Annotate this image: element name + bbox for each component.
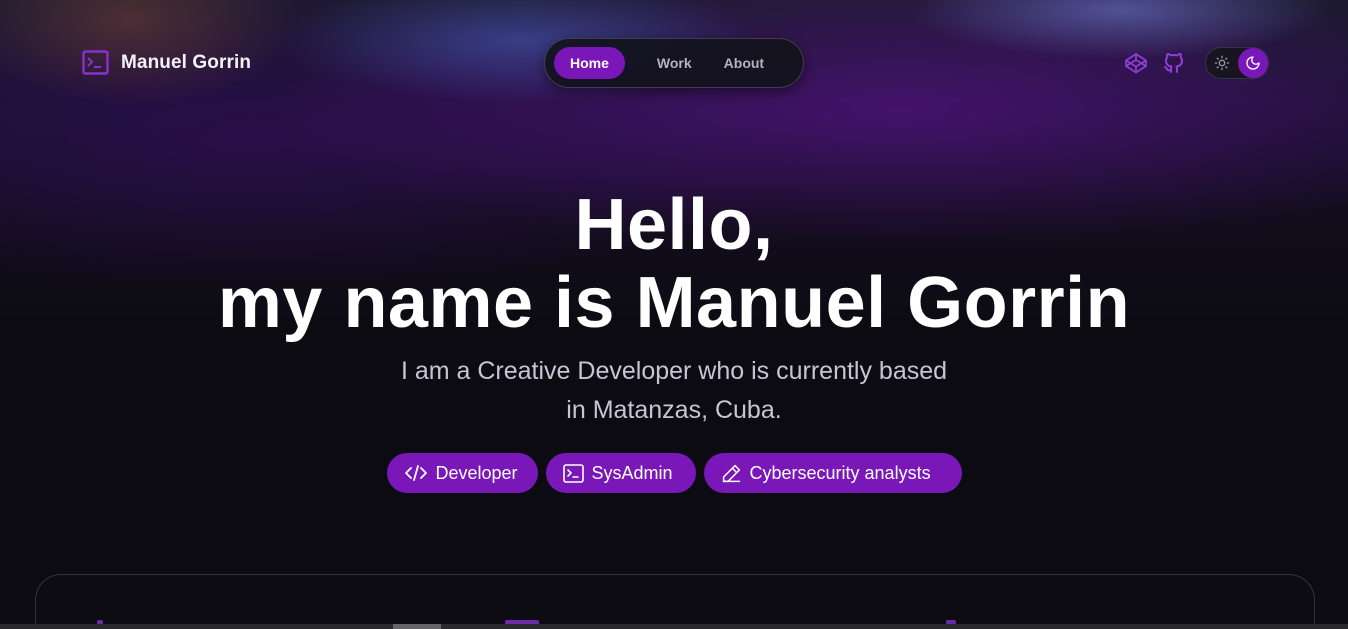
chip-developer-label: Developer bbox=[435, 462, 518, 483]
nav-item-about[interactable]: About bbox=[708, 47, 780, 79]
code-icon bbox=[404, 465, 427, 481]
main-nav: Home Work About bbox=[544, 38, 804, 88]
page: Manuel Gorrin Home Work About Hello, my … bbox=[0, 0, 1348, 629]
codepen-link[interactable] bbox=[1124, 51, 1148, 75]
hero-subtitle: I am a Creative Developer who is current… bbox=[0, 352, 1348, 430]
content-card bbox=[35, 574, 1315, 629]
codepen-icon bbox=[1125, 53, 1147, 74]
dark-mode-option[interactable] bbox=[1238, 48, 1268, 78]
github-link[interactable] bbox=[1162, 51, 1186, 75]
chip-cybersecurity-label: Cybersecurity analysts bbox=[749, 462, 931, 483]
github-icon bbox=[1164, 53, 1183, 73]
chip-sysadmin[interactable]: SysAdmin bbox=[545, 453, 696, 493]
brand-name: Manuel Gorrin bbox=[121, 51, 252, 73]
hero-subtitle-line2: in Matanzas, Cuba. bbox=[566, 396, 782, 424]
hero-title-line2: my name is Manuel Gorrin bbox=[217, 263, 1131, 343]
role-chips: Developer SysAdmin Cybersecurity analyst… bbox=[0, 453, 1348, 493]
light-mode-option[interactable] bbox=[1212, 53, 1232, 73]
theme-toggle[interactable] bbox=[1205, 47, 1269, 79]
hero-subtitle-line1: I am a Creative Developer who is current… bbox=[400, 357, 948, 385]
chip-sysadmin-label: SysAdmin bbox=[591, 462, 673, 483]
scrollbar-thumb[interactable] bbox=[393, 624, 441, 629]
terminal-icon bbox=[82, 50, 109, 75]
terminal-icon bbox=[562, 463, 584, 483]
nav-item-work[interactable]: Work bbox=[641, 47, 708, 79]
pencil-icon bbox=[722, 464, 740, 482]
hero-title-line1: Hello, bbox=[574, 185, 774, 265]
moon-icon bbox=[1246, 56, 1260, 70]
chip-cybersecurity[interactable]: Cybersecurity analysts bbox=[703, 453, 962, 493]
hero-title: Hello, my name is Manuel Gorrin bbox=[0, 186, 1348, 342]
chip-developer[interactable]: Developer bbox=[386, 453, 538, 493]
sun-icon bbox=[1214, 55, 1230, 71]
horizontal-scrollbar[interactable] bbox=[0, 624, 1348, 629]
nav-item-home[interactable]: Home bbox=[554, 47, 625, 79]
brand-link[interactable]: Manuel Gorrin bbox=[82, 50, 251, 75]
